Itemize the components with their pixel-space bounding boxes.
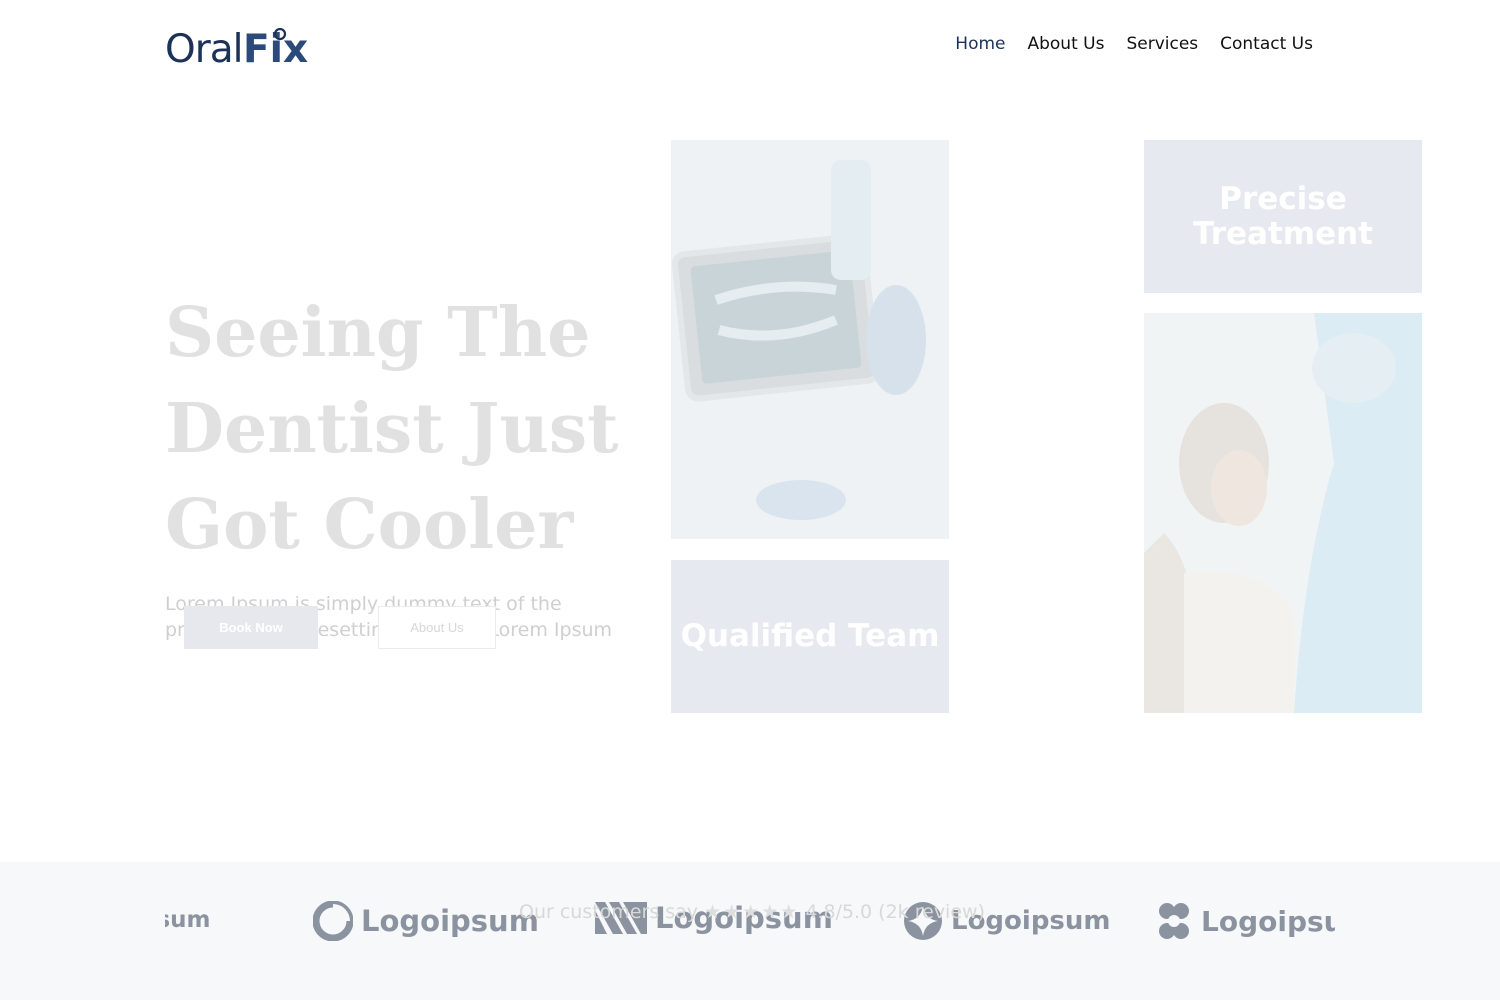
hero-title-line3: Got Cooler bbox=[165, 485, 574, 565]
hero-title-line1: Seeing The bbox=[165, 293, 591, 373]
hero-title-line2: Dentist Just bbox=[165, 389, 619, 469]
precise-treatment-label: Precise Treatment bbox=[1192, 180, 1373, 252]
dental-xray-image bbox=[671, 140, 949, 539]
nav-contact-us[interactable]: Contact Us bbox=[1220, 34, 1313, 54]
about-us-button[interactable]: About Us bbox=[378, 606, 496, 649]
partner-logo-1-text: Logoipsum bbox=[361, 904, 539, 938]
patient-illustration-icon bbox=[1144, 313, 1422, 713]
partner-logo-partial: psum bbox=[165, 907, 211, 933]
star-rating-icon: ★★★★★ bbox=[704, 901, 800, 923]
dentist-patient-image bbox=[1144, 313, 1422, 713]
nav-about-us[interactable]: About Us bbox=[1027, 34, 1104, 54]
partner-logo-1: Logoipsum bbox=[313, 901, 539, 941]
partner-logo-4: Logoipsum bbox=[1155, 901, 1335, 941]
nav-home[interactable]: Home bbox=[955, 34, 1005, 54]
review-prefix: Our customers say bbox=[519, 901, 699, 923]
ring-logo-icon bbox=[313, 901, 353, 941]
nav-services[interactable]: Services bbox=[1126, 34, 1198, 54]
xray-tablet-icon bbox=[671, 140, 949, 539]
partner-logo-4-text: Logoipsum bbox=[1201, 904, 1335, 938]
qualified-team-card: Qualified Team bbox=[671, 560, 949, 713]
qualified-team-label: Qualified Team bbox=[680, 618, 940, 654]
oralfix-logo-icon: Oral Fix bbox=[165, 27, 308, 72]
book-now-button[interactable]: Book Now bbox=[184, 606, 318, 649]
main-nav: Home About Us Services Contact Us bbox=[955, 34, 1313, 54]
flower-logo-icon bbox=[1159, 903, 1189, 939]
review-rating: 4.8/5.0 (2k review) bbox=[805, 901, 985, 923]
precise-treatment-card: Precise Treatment bbox=[1144, 140, 1422, 293]
oralfix-logo[interactable]: Oral Fix bbox=[165, 26, 315, 72]
partner-logo-partial-text: psum bbox=[165, 907, 211, 933]
customer-review: Our customers say ★★★★★ 4.8/5.0 (2k revi… bbox=[519, 901, 985, 923]
hero-title: Seeing The Dentist Just Got Cooler bbox=[165, 285, 625, 573]
logo-part1: Oral bbox=[165, 27, 242, 66]
